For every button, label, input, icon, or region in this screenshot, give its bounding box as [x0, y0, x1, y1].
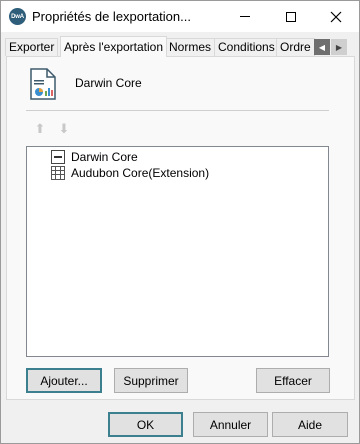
window-title: Propriétés de lexportation...	[32, 9, 191, 24]
tab-strip: Exporter Après l'exportation Normes Cond…	[1, 32, 359, 57]
close-button[interactable]	[313, 1, 359, 32]
minimize-icon	[240, 16, 250, 17]
document-chart-icon	[30, 68, 56, 100]
minimize-button[interactable]	[222, 1, 268, 32]
remove-button[interactable]: Supprimer	[114, 368, 188, 393]
list-item-label: Darwin Core	[71, 150, 138, 164]
help-button[interactable]: Aide	[272, 412, 348, 437]
tab-panel: Darwin Core ⬆ ⬇ Darwin Core Audubon Core…	[6, 56, 355, 400]
list-item[interactable]: Audubon Core(Extension)	[51, 165, 209, 181]
ok-button[interactable]: OK	[108, 412, 183, 437]
cancel-button[interactable]: Annuler	[193, 412, 268, 437]
export-format-label: Darwin Core	[75, 76, 142, 90]
tab-conditions[interactable]: Conditions	[214, 38, 279, 56]
move-down-button[interactable]: ⬇	[57, 121, 71, 137]
tab-scroll-right-button[interactable]: ▶	[331, 39, 347, 55]
chevron-right-icon: ▶	[335, 42, 343, 52]
arrow-up-icon: ⬆	[34, 121, 46, 136]
tab-exporter[interactable]: Exporter	[5, 38, 59, 56]
export-properties-dialog: DwA Propriétés de lexportation... Export…	[0, 0, 360, 444]
tab-apres-exportation[interactable]: Après l'exportation	[60, 36, 168, 57]
list-item[interactable]: Darwin Core	[51, 149, 138, 165]
core-icon	[51, 150, 65, 164]
tab-ordre[interactable]: Ordre	[276, 38, 315, 56]
maximize-button[interactable]	[268, 1, 314, 32]
app-icon: DwA	[9, 8, 26, 25]
divider	[26, 110, 329, 111]
grid-table-icon	[51, 166, 65, 180]
extensions-list[interactable]: Darwin Core Audubon Core(Extension)	[26, 146, 329, 357]
arrow-down-icon: ⬇	[58, 121, 70, 136]
move-up-button[interactable]: ⬆	[33, 121, 47, 137]
title-bar[interactable]: DwA Propriétés de lexportation...	[1, 1, 359, 32]
clear-button[interactable]: Effacer	[256, 368, 330, 393]
chevron-left-icon: ◀	[318, 42, 326, 52]
maximize-icon	[286, 11, 296, 22]
tab-normes[interactable]: Normes	[165, 38, 216, 56]
add-button[interactable]: Ajouter...	[26, 368, 102, 393]
list-item-label: Audubon Core(Extension)	[71, 166, 210, 180]
tab-scroll-left-button[interactable]: ◀	[314, 39, 330, 55]
close-icon	[330, 11, 342, 22]
